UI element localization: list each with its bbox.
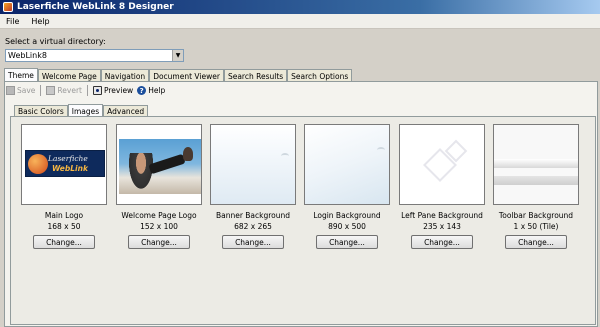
image-dimensions: 890 x 500	[328, 222, 366, 231]
image-dimensions: 1 x 50 (Tile)	[513, 222, 559, 231]
help-label: Help	[148, 86, 166, 95]
preview-icon	[93, 86, 102, 95]
image-card-login-background: Login Background 890 x 500 Change...	[304, 124, 390, 249]
change-button[interactable]: Change...	[505, 235, 567, 249]
image-card-left-pane-background: Left Pane Background 235 x 143 Change...	[399, 124, 485, 249]
thumbnail-banner-background	[210, 124, 296, 205]
change-button[interactable]: Change...	[316, 235, 378, 249]
help-button[interactable]: ? Help	[137, 86, 165, 95]
image-card-banner-background: Banner Background 682 x 265 Change...	[210, 124, 296, 249]
menu-help[interactable]: Help	[25, 17, 55, 26]
image-card-welcome-logo: Welcome Page Logo 152 x 100 Change...	[116, 124, 202, 249]
save-icon	[6, 86, 15, 95]
image-name: Main Logo	[44, 211, 84, 220]
help-icon: ?	[137, 86, 147, 95]
directory-value: WebLink8	[8, 51, 47, 60]
image-name: Login Background	[313, 211, 381, 220]
theme-toolbar: Save Revert Preview ? Help	[6, 84, 165, 97]
thumbnail-welcome-logo	[116, 124, 202, 205]
globe-icon	[28, 154, 48, 174]
menu-file[interactable]: File	[0, 17, 25, 26]
image-card-toolbar-background: Toolbar Background 1 x 50 (Tile) Change.…	[493, 124, 579, 249]
thumbnail-login-background	[304, 124, 390, 205]
image-name: Toolbar Background	[498, 211, 574, 220]
change-button[interactable]: Change...	[128, 235, 190, 249]
revert-label: Revert	[57, 86, 82, 95]
toolbar-separator	[40, 85, 42, 96]
image-name: Banner Background	[215, 211, 291, 220]
image-name: Welcome Page Logo	[121, 211, 197, 220]
image-dimensions: 152 x 100	[140, 222, 178, 231]
save-button[interactable]: Save	[6, 86, 35, 95]
thumbnail-toolbar-background	[493, 124, 579, 205]
title-bar: Laserfiche WebLink 8 Designer	[0, 0, 600, 14]
image-dimensions: 235 x 143	[423, 222, 461, 231]
image-dimensions: 168 x 50	[47, 222, 81, 231]
change-button[interactable]: Change...	[411, 235, 473, 249]
bird-icon	[281, 153, 289, 159]
image-name: Left Pane Background	[401, 211, 483, 220]
menu-bar: File Help	[0, 14, 600, 29]
photographer-photo	[119, 139, 201, 194]
tab-theme[interactable]: Theme	[4, 68, 38, 82]
app-icon	[3, 2, 13, 12]
main-tabs: Theme Welcome Page Navigation Document V…	[4, 68, 353, 82]
change-button[interactable]: Change...	[33, 235, 95, 249]
thumbnail-left-pane-background	[399, 124, 485, 205]
image-dimensions: 682 x 265	[234, 222, 272, 231]
change-button[interactable]: Change...	[222, 235, 284, 249]
save-label: Save	[17, 86, 36, 95]
image-card-main-logo: Laserfiche WebLink Main Logo 168 x 50 Ch…	[21, 124, 107, 249]
thumbnail-main-logo: Laserfiche WebLink	[21, 124, 107, 205]
preview-button[interactable]: Preview	[93, 86, 133, 95]
preview-label: Preview	[104, 86, 134, 95]
revert-button[interactable]: Revert	[46, 86, 82, 95]
chevron-down-icon[interactable]: ▼	[172, 50, 183, 61]
bird-icon	[377, 147, 385, 153]
directory-label: Select a virtual directory:	[5, 37, 106, 46]
laserfiche-logo: Laserfiche WebLink	[25, 150, 105, 177]
revert-icon	[46, 86, 56, 95]
directory-select[interactable]: WebLink8 ▼	[5, 49, 184, 62]
window-title: Laserfiche WebLink 8 Designer	[17, 2, 174, 12]
toolbar-separator	[87, 85, 88, 96]
